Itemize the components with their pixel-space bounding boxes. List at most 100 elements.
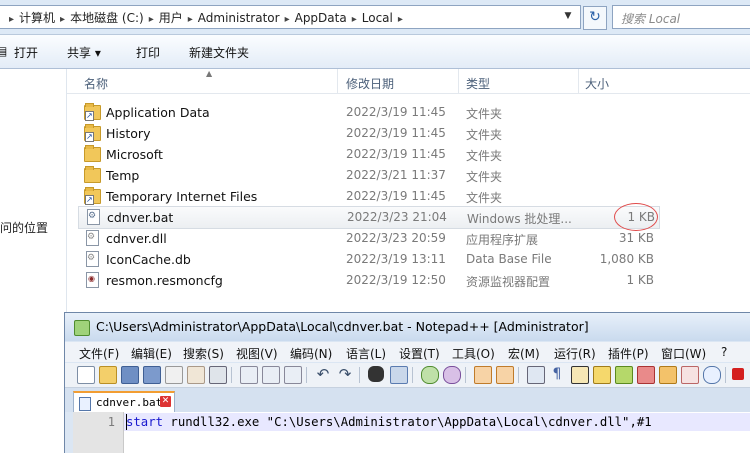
- open-button[interactable]: 打开: [14, 44, 38, 61]
- file-type: 应用程序扩展: [466, 233, 539, 247]
- tab-bar: cdnver.bat ✕: [65, 388, 750, 413]
- file-row[interactable]: Microsoft 2022/3/19 11:45 文件夹: [78, 144, 658, 165]
- navigation-pane[interactable]: 问的位置: [0, 69, 67, 452]
- file-row[interactable]: Temporary Internet Files 2022/3/19 11:45…: [78, 186, 658, 207]
- user-language-icon[interactable]: [593, 366, 611, 384]
- chevron-right-icon[interactable]: ▸: [60, 14, 65, 25]
- paste-icon[interactable]: [284, 366, 302, 384]
- menu-language[interactable]: 语言(L): [346, 345, 386, 362]
- breadcrumb-administrator[interactable]: Administrator: [198, 11, 280, 25]
- batch-file-icon: [87, 209, 100, 225]
- column-modified[interactable]: 修改日期: [346, 75, 394, 92]
- sort-up-icon: ▲: [206, 69, 213, 78]
- refresh-icon[interactable]: ↻: [583, 6, 607, 30]
- file-row[interactable]: History 2022/3/19 11:45 文件夹: [78, 123, 658, 144]
- preview-eye-icon[interactable]: [703, 366, 721, 384]
- open-icon[interactable]: ▤: [0, 44, 7, 58]
- code-keyword: start: [126, 415, 164, 429]
- undo-icon[interactable]: ↶: [315, 366, 331, 382]
- find-icon[interactable]: [368, 366, 384, 382]
- resmon-file-icon: [86, 272, 99, 288]
- save-icon[interactable]: [121, 366, 139, 384]
- word-wrap-icon[interactable]: [527, 366, 545, 384]
- folder-as-workspace-icon[interactable]: [659, 366, 677, 384]
- file-row-selected[interactable]: cdnver.bat 2022/3/23 21:04 Windows 批处理..…: [78, 206, 660, 229]
- copy-icon[interactable]: [262, 366, 280, 384]
- sync-vertical-icon[interactable]: [474, 366, 492, 384]
- menu-settings[interactable]: 设置(T): [399, 345, 440, 362]
- zoom-in-icon[interactable]: [421, 366, 439, 384]
- save-all-icon[interactable]: [143, 366, 161, 384]
- zoom-out-icon[interactable]: [443, 366, 461, 384]
- address-dropdown-icon[interactable]: ▼: [558, 6, 578, 26]
- breadcrumb-users[interactable]: 用户: [159, 9, 183, 26]
- print-icon[interactable]: [209, 366, 227, 384]
- breadcrumb-local-disk[interactable]: 本地磁盘 (C:): [70, 9, 144, 26]
- redo-icon[interactable]: ↷: [337, 366, 353, 382]
- new-file-icon[interactable]: [77, 366, 95, 384]
- chevron-right-icon[interactable]: ▸: [285, 14, 290, 25]
- menu-run[interactable]: 运行(R): [554, 345, 596, 362]
- menu-tools[interactable]: 工具(O): [452, 345, 495, 362]
- open-file-icon[interactable]: [99, 366, 117, 384]
- nav-item-label[interactable]: 问的位置: [0, 219, 48, 236]
- breadcrumb-appdata[interactable]: AppData: [295, 11, 347, 25]
- cut-icon[interactable]: [240, 366, 258, 384]
- show-all-characters-icon[interactable]: ¶: [549, 366, 565, 382]
- toolbar-separator: [725, 367, 726, 383]
- menu-search[interactable]: 搜索(S): [183, 345, 224, 362]
- menu-view[interactable]: 视图(V): [236, 345, 278, 362]
- toolbar-separator: [412, 367, 413, 383]
- code-line[interactable]: start rundll32.exe "C:\Users\Administrat…: [126, 415, 652, 429]
- menu-plugins[interactable]: 插件(P): [608, 345, 649, 362]
- column-type[interactable]: 类型: [466, 75, 490, 92]
- close-tab-icon[interactable]: ✕: [160, 396, 171, 407]
- search-input[interactable]: 搜索 Local: [612, 5, 750, 29]
- column-size[interactable]: 大小: [585, 75, 609, 92]
- menu-help[interactable]: ?: [721, 345, 727, 359]
- file-row[interactable]: cdnver.dll 2022/3/23 20:59 应用程序扩展 31 KB: [78, 228, 658, 249]
- function-list-icon[interactable]: [637, 366, 655, 384]
- editor-area[interactable]: 1 start rundll32.exe "C:\Users\Administr…: [73, 412, 750, 453]
- column-divider[interactable]: [337, 69, 338, 93]
- window-title-bar[interactable]: C:\Users\Administrator\AppData\Local\cdn…: [65, 313, 750, 341]
- breadcrumb-local[interactable]: Local: [362, 11, 393, 25]
- file-date: 2022/3/19 13:11: [346, 252, 446, 266]
- chevron-right-icon[interactable]: ▸: [9, 14, 14, 25]
- record-macro-icon[interactable]: [732, 368, 744, 380]
- menu-edit[interactable]: 编辑(E): [131, 345, 172, 362]
- menu-file[interactable]: 文件(F): [79, 345, 119, 362]
- chevron-right-icon[interactable]: ▸: [188, 14, 193, 25]
- sync-horizontal-icon[interactable]: [496, 366, 514, 384]
- column-name[interactable]: 名称: [84, 75, 108, 92]
- file-row[interactable]: Application Data 2022/3/19 11:45 文件夹: [78, 102, 658, 123]
- chevron-right-icon[interactable]: ▸: [149, 14, 154, 25]
- column-divider[interactable]: [458, 69, 459, 93]
- chevron-right-icon[interactable]: ▸: [352, 14, 357, 25]
- command-bar: ▤ 打开 共享 ▾ 打印 新建文件夹: [0, 35, 750, 69]
- folder-icon: [84, 145, 101, 162]
- share-button[interactable]: 共享 ▾: [67, 44, 101, 61]
- column-divider[interactable]: [578, 69, 579, 93]
- tab-cdnver-bat[interactable]: cdnver.bat ✕: [73, 391, 175, 413]
- search-placeholder: 搜索 Local: [621, 12, 681, 26]
- new-folder-button[interactable]: 新建文件夹: [189, 44, 249, 61]
- document-map-icon[interactable]: [615, 366, 633, 384]
- indent-guide-icon[interactable]: [571, 366, 589, 384]
- file-type: 文件夹: [466, 107, 503, 121]
- replace-icon[interactable]: [390, 366, 408, 384]
- close-icon[interactable]: [165, 366, 183, 384]
- close-all-icon[interactable]: [187, 366, 205, 384]
- monitoring-icon[interactable]: [681, 366, 699, 384]
- menu-encoding[interactable]: 编码(N): [290, 345, 332, 362]
- print-button[interactable]: 打印: [136, 44, 160, 61]
- menu-macro[interactable]: 宏(M): [508, 345, 540, 362]
- menu-window[interactable]: 窗口(W): [661, 345, 706, 362]
- file-row[interactable]: IconCache.db 2022/3/19 13:11 Data Base F…: [78, 249, 658, 270]
- file-row[interactable]: resmon.resmoncfg 2022/3/19 12:50 资源监视器配置…: [78, 270, 658, 291]
- breadcrumb-computer[interactable]: 计算机: [19, 9, 55, 26]
- file-row[interactable]: Temp 2022/3/21 11:37 文件夹: [78, 165, 658, 186]
- address-bar-area: ▸ 计算机 ▸ 本地磁盘 (C:) ▸ 用户 ▸ Administrator ▸ AppData ▸…: [0, 0, 750, 35]
- chevron-right-icon[interactable]: ▸: [398, 14, 403, 25]
- file-date: 2022/3/19 12:50: [346, 273, 446, 287]
